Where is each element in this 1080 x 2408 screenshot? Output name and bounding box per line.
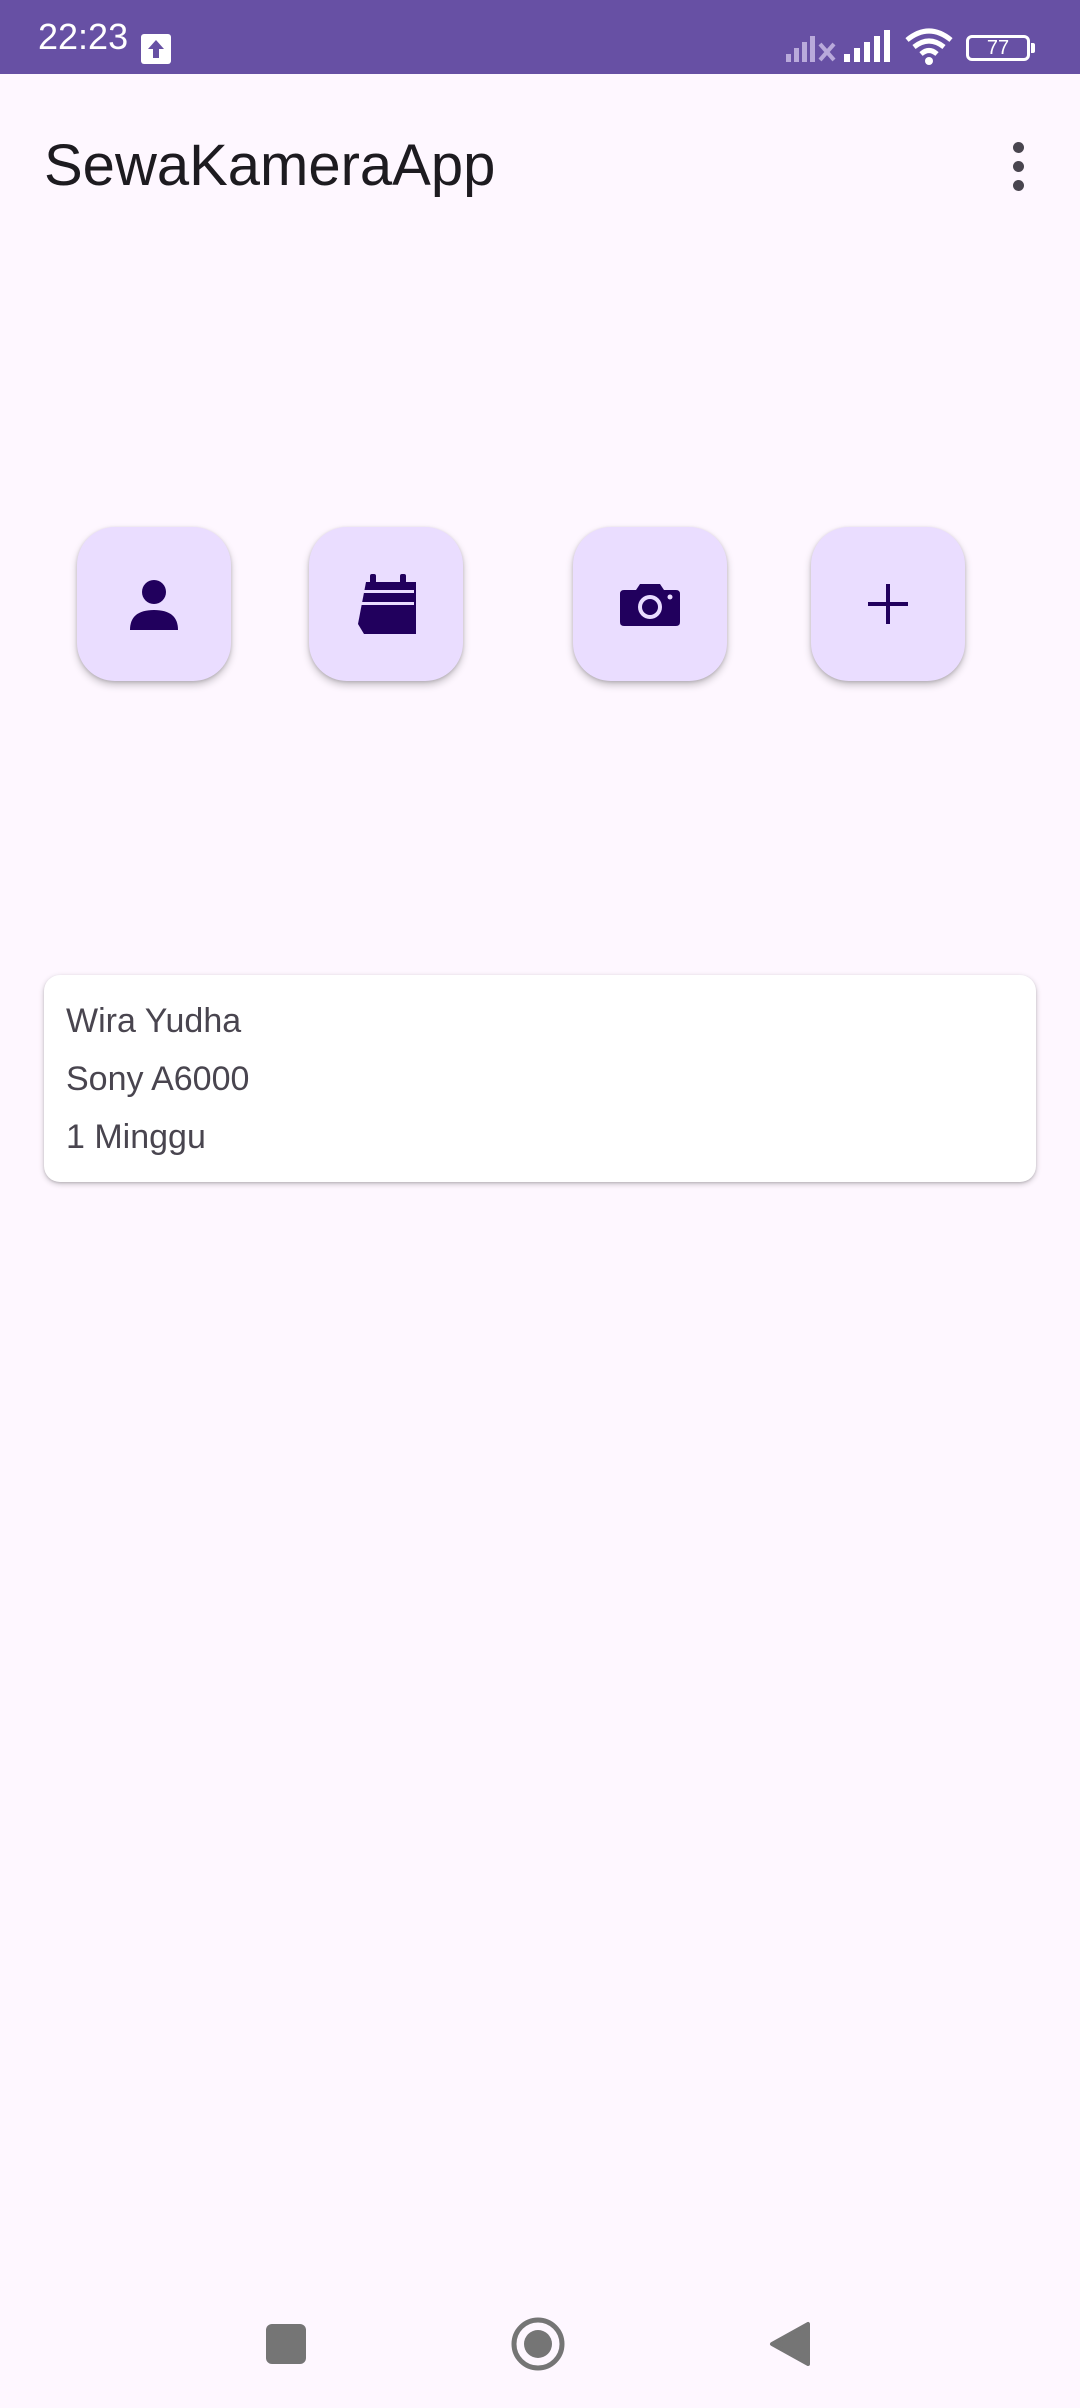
home-icon[interactable]	[510, 2316, 566, 2372]
renter-name: Wira Yudha	[66, 1002, 242, 1040]
rental-card[interactable]: Wira Yudha Sony A6000 1 Minggu	[44, 975, 1036, 1182]
status-bar: 22:23 77	[0, 0, 1080, 74]
app-title: SewaKameraApp	[44, 133, 496, 198]
person-icon	[130, 580, 178, 630]
signal-no-sim-icon	[786, 36, 836, 62]
status-time: 22:23	[38, 16, 129, 57]
profile-button[interactable]	[77, 527, 231, 681]
more-vert-icon[interactable]	[988, 136, 1048, 196]
signal-icon	[844, 30, 890, 62]
upload-icon	[141, 34, 171, 64]
add-rental-button[interactable]	[811, 527, 965, 681]
add-icon	[868, 584, 908, 624]
back-icon[interactable]	[768, 2320, 812, 2368]
camera-button[interactable]	[573, 527, 727, 681]
rental-duration: 1 Minggu	[66, 1118, 206, 1156]
system-nav-bar	[0, 2280, 1080, 2408]
camera-icon	[620, 584, 680, 626]
wifi-icon	[905, 28, 953, 65]
schedule-button[interactable]	[309, 527, 463, 681]
calendar-icon	[358, 574, 416, 634]
recent-apps-icon[interactable]	[266, 2324, 306, 2364]
battery-icon: 77	[966, 35, 1030, 61]
battery-level: 77	[986, 37, 1010, 59]
battery-tip	[1031, 43, 1035, 53]
camera-model: Sony A6000	[66, 1060, 250, 1098]
